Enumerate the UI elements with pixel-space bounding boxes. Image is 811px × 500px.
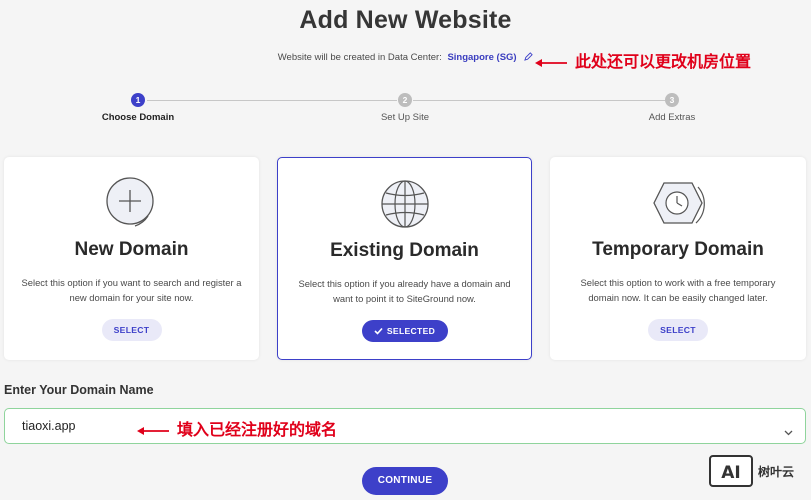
- selected-button[interactable]: SELECTED: [361, 320, 448, 343]
- option-card-temporary-domain[interactable]: Temporary Domain Select this option to w…: [550, 157, 806, 360]
- option-title: Existing Domain: [330, 240, 479, 261]
- step-number: 3: [665, 93, 679, 107]
- watermark: AI 树叶云: [709, 454, 794, 488]
- check-icon: [374, 321, 383, 343]
- step-label: Choose Domain: [101, 112, 175, 123]
- clock-icon: [648, 173, 708, 233]
- domain-field-label: Enter Your Domain Name: [4, 383, 154, 397]
- datacenter-link[interactable]: Singapore (SG): [447, 52, 516, 63]
- step-label: Set Up Site: [380, 112, 430, 123]
- watermark-text: 树叶云: [758, 464, 795, 479]
- plus-circle-icon: [102, 173, 162, 233]
- select-button[interactable]: SELECT: [101, 319, 162, 341]
- select-button[interactable]: SELECT: [648, 319, 708, 341]
- left-arrow-icon: [535, 53, 567, 72]
- pencil-icon[interactable]: [524, 52, 533, 64]
- watermark-logo-icon: AI: [709, 455, 753, 487]
- step-add-extras: 3 Add Extras: [602, 93, 742, 123]
- page-title: Add New Website: [299, 6, 512, 34]
- chevron-down-icon[interactable]: [784, 423, 793, 441]
- option-card-new-domain[interactable]: New Domain Select this option if you wan…: [4, 157, 259, 360]
- step-label: Add Extras: [648, 112, 696, 123]
- globe-icon: [375, 174, 435, 234]
- step-set-up-site: 2 Set Up Site: [335, 93, 475, 123]
- watermark-logo-text: AI: [721, 463, 740, 483]
- domain-input[interactable]: tiaoxi.app: [4, 408, 806, 444]
- domain-annotation-text: 填入已经注册好的域名: [177, 420, 338, 439]
- datacenter-annotation-text: 此处还可以更改机房位置: [575, 52, 752, 71]
- option-description: Select this option if you want to search…: [21, 277, 242, 303]
- datacenter-prefix: Website will be created in Data Center:: [277, 52, 442, 63]
- datacenter-annotation: 此处还可以更改机房位置: [535, 48, 751, 72]
- stepper: 1 Choose Domain 2 Set Up Site 3 Add Extr…: [0, 93, 811, 133]
- option-description: Select this option if you already have a…: [298, 278, 511, 304]
- left-arrow-icon: [137, 421, 169, 440]
- selected-button-label: SELECTED: [386, 326, 436, 336]
- option-title: Temporary Domain: [592, 239, 764, 260]
- step-number: 1: [131, 93, 145, 107]
- domain-input-value[interactable]: tiaoxi.app: [22, 419, 76, 433]
- continue-button[interactable]: CONTINUE: [362, 467, 448, 495]
- option-description: Select this option to work with a free t…: [580, 277, 776, 303]
- step-choose-domain: 1 Choose Domain: [68, 93, 208, 123]
- option-title: New Domain: [74, 239, 189, 260]
- option-card-existing-domain[interactable]: Existing Domain Select this option if yo…: [277, 157, 532, 360]
- domain-annotation: 填入已经注册好的域名: [137, 416, 337, 440]
- step-number: 2: [398, 93, 412, 107]
